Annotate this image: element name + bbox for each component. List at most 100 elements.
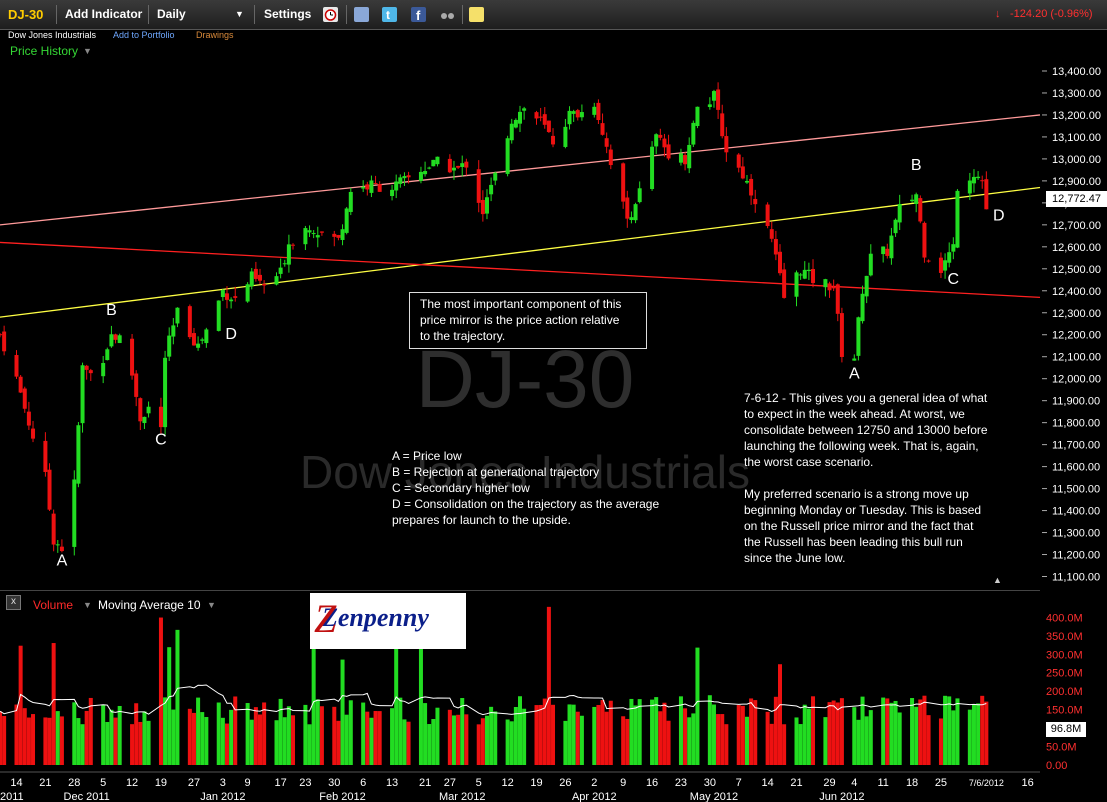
volume-bar xyxy=(943,695,948,765)
candle-body xyxy=(579,112,584,118)
x-tick-label: 27 xyxy=(444,777,456,789)
candle-body xyxy=(740,166,745,179)
marker-label: C xyxy=(155,432,167,449)
volume-bar xyxy=(390,708,395,765)
x-tick-label: 4 xyxy=(851,777,857,789)
candle-body xyxy=(489,184,494,195)
volume-bar xyxy=(575,711,580,765)
candle-body xyxy=(505,138,510,174)
volume-bar xyxy=(881,697,886,765)
x-tick-label: 23 xyxy=(675,777,687,789)
candle-body xyxy=(509,123,514,141)
candle-body xyxy=(2,331,7,352)
x-tick-label: 2 xyxy=(591,777,597,789)
volume-bar xyxy=(377,711,382,765)
y-tick-label: 12,400.00 xyxy=(1052,286,1101,298)
chevron-down-icon[interactable]: ▼ xyxy=(207,600,216,610)
volume-label[interactable]: Volume xyxy=(33,598,73,612)
volume-bar xyxy=(695,647,700,765)
candle-body xyxy=(253,268,258,279)
volume-bar xyxy=(658,711,663,765)
y-tick-label: 12,000.00 xyxy=(1052,374,1101,386)
candle-body xyxy=(484,197,489,214)
volume-bar xyxy=(447,709,452,765)
chevron-down-icon[interactable]: ▼ xyxy=(83,600,92,610)
moving-average-label[interactable]: Moving Average 10 xyxy=(98,598,201,612)
volume-bar xyxy=(398,697,403,765)
volume-bar xyxy=(621,716,626,765)
volume-bar xyxy=(782,724,787,765)
candle-body xyxy=(522,108,527,111)
candle-body xyxy=(435,156,440,165)
candle-body xyxy=(460,163,465,167)
scroll-up-icon[interactable]: ▲ xyxy=(993,575,1002,585)
candle-body xyxy=(476,169,481,203)
volume-bar xyxy=(773,696,778,765)
candle-body xyxy=(778,251,782,274)
candle-body xyxy=(142,416,147,424)
volume-bar xyxy=(724,724,729,765)
volume-bar xyxy=(88,697,93,765)
candle-body xyxy=(806,269,811,272)
candle-body xyxy=(604,138,609,147)
volume-bar xyxy=(563,720,568,765)
candle-body xyxy=(971,176,976,184)
y-tick-label: 11,200.00 xyxy=(1052,550,1100,562)
candle-body xyxy=(794,272,799,297)
volume-bar xyxy=(456,714,461,765)
volume-bar xyxy=(538,704,543,765)
zenpenny-logo: Zenpenny Z xyxy=(310,593,466,649)
volume-bar xyxy=(910,698,915,765)
logo-z-icon: Z xyxy=(314,596,337,641)
candle-body xyxy=(967,180,972,194)
volume-tick-label: 350.0M xyxy=(1046,631,1083,643)
volume-bar xyxy=(291,715,296,765)
annotation-box: The most important component of this pri… xyxy=(409,292,647,349)
marker-label: A xyxy=(57,553,68,570)
volume-bar xyxy=(955,698,960,765)
candle-body xyxy=(130,338,135,376)
volume-bar xyxy=(753,700,758,765)
volume-bar xyxy=(980,695,985,765)
volume-bar xyxy=(51,643,56,765)
y-tick-label: 13,100.00 xyxy=(1052,132,1101,144)
candle-body xyxy=(897,204,902,223)
candle-body xyxy=(592,106,597,115)
candle-body xyxy=(59,546,64,552)
x-tick-label: 26 xyxy=(559,777,571,789)
candle-body xyxy=(402,176,407,179)
volume-tick-label: 400.0M xyxy=(1046,612,1083,624)
candle-body xyxy=(513,119,518,128)
volume-bar xyxy=(80,724,85,765)
marker-label: C xyxy=(948,271,960,288)
candle-body xyxy=(736,154,741,168)
close-icon[interactable]: x xyxy=(6,595,21,610)
volume-bar xyxy=(740,705,745,765)
volume-bar xyxy=(971,704,976,765)
volume-bar xyxy=(893,700,898,765)
candle-body xyxy=(881,246,886,255)
candle-body xyxy=(196,343,201,348)
candle-body xyxy=(551,135,556,145)
candle-body xyxy=(885,248,890,256)
volume-bar xyxy=(522,708,527,765)
candle-body xyxy=(567,110,572,125)
candle-body xyxy=(336,235,341,238)
x-month-label: Dec 2011 xyxy=(64,791,110,802)
x-tick-label: 3 xyxy=(220,777,226,789)
y-tick-label: 11,500.00 xyxy=(1052,484,1100,496)
volume-bar xyxy=(204,717,209,765)
x-tick-label: 9 xyxy=(620,777,626,789)
volume-bar xyxy=(827,702,832,765)
candle-body xyxy=(109,334,114,347)
candle-body xyxy=(220,290,225,298)
volume-bar xyxy=(365,711,370,765)
x-tick-label: 18 xyxy=(906,777,918,789)
candle-body xyxy=(852,358,857,361)
volume-bar xyxy=(282,717,287,765)
candle-body xyxy=(427,167,432,169)
candle-body xyxy=(18,376,23,393)
candle-body xyxy=(406,175,411,178)
volume-bar xyxy=(650,699,655,765)
legend-note: A = Price low B = Rejection at generatio… xyxy=(392,449,660,527)
